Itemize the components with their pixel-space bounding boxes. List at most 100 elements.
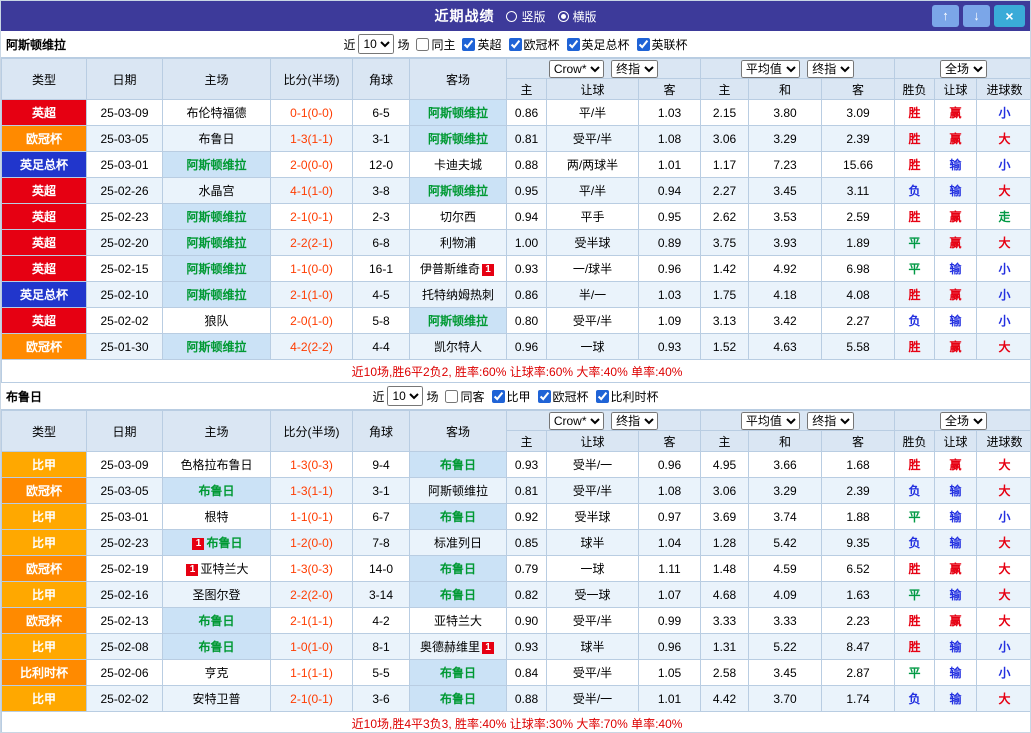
score-link[interactable]: 2-1(0-1) — [290, 692, 333, 706]
scroll-down-button[interactable]: ↓ — [963, 5, 990, 27]
filter-league-checkbox[interactable] — [637, 38, 650, 51]
away-team-link[interactable]: 标准列日 — [434, 536, 482, 550]
filter-league-checkbox[interactable] — [538, 390, 551, 403]
filter-league-checkbox-label[interactable]: 比甲 — [492, 388, 531, 405]
score-link[interactable]: 1-1(0-0) — [290, 262, 333, 276]
score-link[interactable]: 2-2(2-1) — [290, 236, 333, 250]
home-team-link[interactable]: 阿斯顿维拉 — [186, 288, 246, 302]
away-team-link[interactable]: 布鲁日 — [440, 562, 476, 576]
home-team-link[interactable]: 布伦特福德 — [186, 106, 246, 120]
home-team-link[interactable]: 色格拉布鲁日 — [180, 458, 252, 472]
home-team-link[interactable]: 阿斯顿维拉 — [186, 158, 246, 172]
mode-horizontal-radio[interactable]: 横版 — [558, 8, 597, 25]
home-team-link[interactable]: 布鲁日 — [206, 536, 242, 550]
home-team-link[interactable]: 亨克 — [204, 666, 228, 680]
away-team-link[interactable]: 阿斯顿维拉 — [428, 184, 488, 198]
home-team-link[interactable]: 布鲁日 — [198, 614, 234, 628]
filter-league-checkbox[interactable] — [596, 390, 609, 403]
avg-draw: 3.45 — [749, 178, 822, 204]
filter-league-checkbox-label[interactable]: 英足总杯 — [567, 36, 630, 53]
home-team-link[interactable]: 阿斯顿维拉 — [186, 210, 246, 224]
result-goals: 小 — [977, 256, 1031, 282]
away-team-link[interactable]: 布鲁日 — [440, 588, 476, 602]
recent-count-select[interactable]: 10 — [387, 386, 423, 406]
home-team-link[interactable]: 水晶宫 — [198, 184, 234, 198]
home-team-link[interactable]: 布鲁日 — [198, 132, 234, 146]
home-team-link[interactable]: 狼队 — [204, 314, 228, 328]
score-link[interactable]: 4-2(2-2) — [290, 340, 333, 354]
bookmaker-select[interactable]: Crow* — [549, 60, 604, 78]
filter-same-venue-checkbox[interactable] — [416, 38, 429, 51]
score-link[interactable]: 1-3(1-1) — [290, 484, 333, 498]
away-team-link[interactable]: 切尔西 — [440, 210, 476, 224]
final-odds-select[interactable]: 终指 — [611, 412, 658, 430]
score-link[interactable]: 1-3(1-1) — [290, 132, 333, 146]
score-link[interactable]: 2-0(0-0) — [290, 158, 333, 172]
away-team-link[interactable]: 亚特兰大 — [434, 614, 482, 628]
away-team-link[interactable]: 伊普斯维奇 — [420, 262, 480, 276]
away-team-link[interactable]: 卡迪夫城 — [434, 158, 482, 172]
home-team-link[interactable]: 布鲁日 — [198, 484, 234, 498]
away-team-link[interactable]: 阿斯顿维拉 — [428, 484, 488, 498]
mode-vertical-radio[interactable]: 竖版 — [506, 8, 545, 25]
score-link[interactable]: 1-2(0-0) — [290, 536, 333, 550]
score-link[interactable]: 4-1(1-0) — [290, 184, 333, 198]
home-team-link[interactable]: 安特卫普 — [192, 692, 240, 706]
score-link[interactable]: 0-1(0-0) — [290, 106, 333, 120]
away-team-link[interactable]: 布鲁日 — [440, 510, 476, 524]
filter-same-venue-checkbox[interactable] — [445, 390, 458, 403]
filter-league-checkbox[interactable] — [509, 38, 522, 51]
score-link[interactable]: 1-1(1-1) — [290, 666, 333, 680]
away-team-link[interactable]: 布鲁日 — [440, 692, 476, 706]
avg-final-odds-select[interactable]: 终指 — [807, 412, 854, 430]
filter-option-label: 英联杯 — [652, 36, 688, 53]
result-handicap: 输 — [935, 634, 977, 660]
away-team-link[interactable]: 利物浦 — [440, 236, 476, 250]
home-team-link[interactable]: 阿斯顿维拉 — [186, 340, 246, 354]
away-team-link[interactable]: 阿斯顿维拉 — [428, 106, 488, 120]
away-team-link[interactable]: 阿斯顿维拉 — [428, 132, 488, 146]
recent-count-select[interactable]: 10 — [358, 34, 394, 54]
home-team-link[interactable]: 亚特兰大 — [200, 562, 248, 576]
scroll-up-button[interactable]: ↑ — [932, 5, 959, 27]
bookmaker-select[interactable]: Crow* — [549, 412, 604, 430]
filter-league-checkbox[interactable] — [567, 38, 580, 51]
full-match-select[interactable]: 全场 — [940, 60, 987, 78]
score-link[interactable]: 1-1(0-1) — [290, 510, 333, 524]
filter-same-venue-checkbox-label[interactable]: 同主 — [416, 36, 455, 53]
score-link[interactable]: 1-3(0-3) — [290, 562, 333, 576]
close-button[interactable]: × — [994, 5, 1025, 27]
avg-final-odds-select[interactable]: 终指 — [807, 60, 854, 78]
result-goals: 小 — [977, 282, 1031, 308]
filter-league-checkbox[interactable] — [492, 390, 505, 403]
filter-league-checkbox[interactable] — [462, 38, 475, 51]
home-team-link[interactable]: 圣图尔登 — [192, 588, 240, 602]
score-link[interactable]: 2-0(1-0) — [290, 314, 333, 328]
filter-league-checkbox-label[interactable]: 欧冠杯 — [509, 36, 560, 53]
average-select[interactable]: 平均值 — [741, 412, 800, 430]
filter-league-checkbox-label[interactable]: 英联杯 — [637, 36, 688, 53]
home-team-link[interactable]: 阿斯顿维拉 — [186, 236, 246, 250]
filter-same-venue-checkbox-label[interactable]: 同客 — [445, 388, 484, 405]
away-team-link[interactable]: 阿斯顿维拉 — [428, 314, 488, 328]
home-team-link[interactable]: 阿斯顿维拉 — [186, 262, 246, 276]
away-team-link[interactable]: 布鲁日 — [440, 666, 476, 680]
away-team-link[interactable]: 布鲁日 — [440, 458, 476, 472]
home-team-link[interactable]: 根特 — [204, 510, 228, 524]
away-team-link[interactable]: 凯尔特人 — [434, 340, 482, 354]
score-link[interactable]: 1-3(0-3) — [290, 458, 333, 472]
home-team-link[interactable]: 布鲁日 — [198, 640, 234, 654]
score-link[interactable]: 2-1(1-1) — [290, 614, 333, 628]
away-team-link[interactable]: 托特纳姆热刺 — [422, 288, 494, 302]
average-select[interactable]: 平均值 — [741, 60, 800, 78]
away-team-link[interactable]: 奥德赫维里 — [420, 640, 480, 654]
filter-league-checkbox-label[interactable]: 比利时杯 — [596, 388, 659, 405]
filter-league-checkbox-label[interactable]: 欧冠杯 — [538, 388, 589, 405]
filter-league-checkbox-label[interactable]: 英超 — [462, 36, 501, 53]
full-match-select[interactable]: 全场 — [940, 412, 987, 430]
final-odds-select[interactable]: 终指 — [611, 60, 658, 78]
score-link[interactable]: 2-2(2-0) — [290, 588, 333, 602]
score-link[interactable]: 2-1(1-0) — [290, 288, 333, 302]
score-link[interactable]: 1-0(1-0) — [290, 640, 333, 654]
score-link[interactable]: 2-1(0-1) — [290, 210, 333, 224]
